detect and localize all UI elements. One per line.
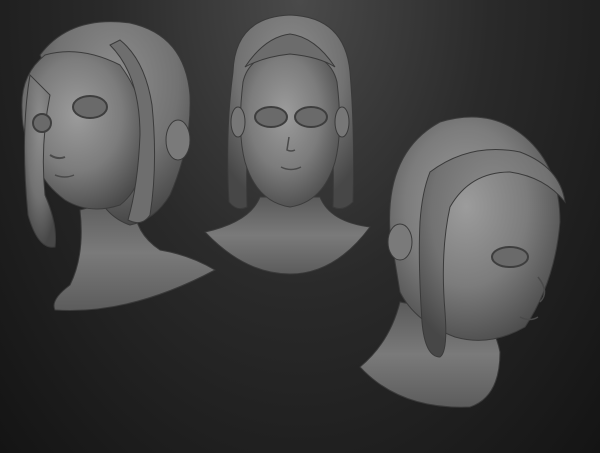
head-sculpt-icon xyxy=(359,116,566,408)
head-model-front[interactable] xyxy=(204,12,375,277)
head-sculpt-icon xyxy=(21,21,217,311)
sculpt-viewport[interactable] xyxy=(0,0,600,453)
head-model-three-quarter-right[interactable] xyxy=(359,112,575,412)
head-sculpt-icon xyxy=(204,14,371,275)
head-model-three-quarter-left[interactable] xyxy=(10,15,225,320)
